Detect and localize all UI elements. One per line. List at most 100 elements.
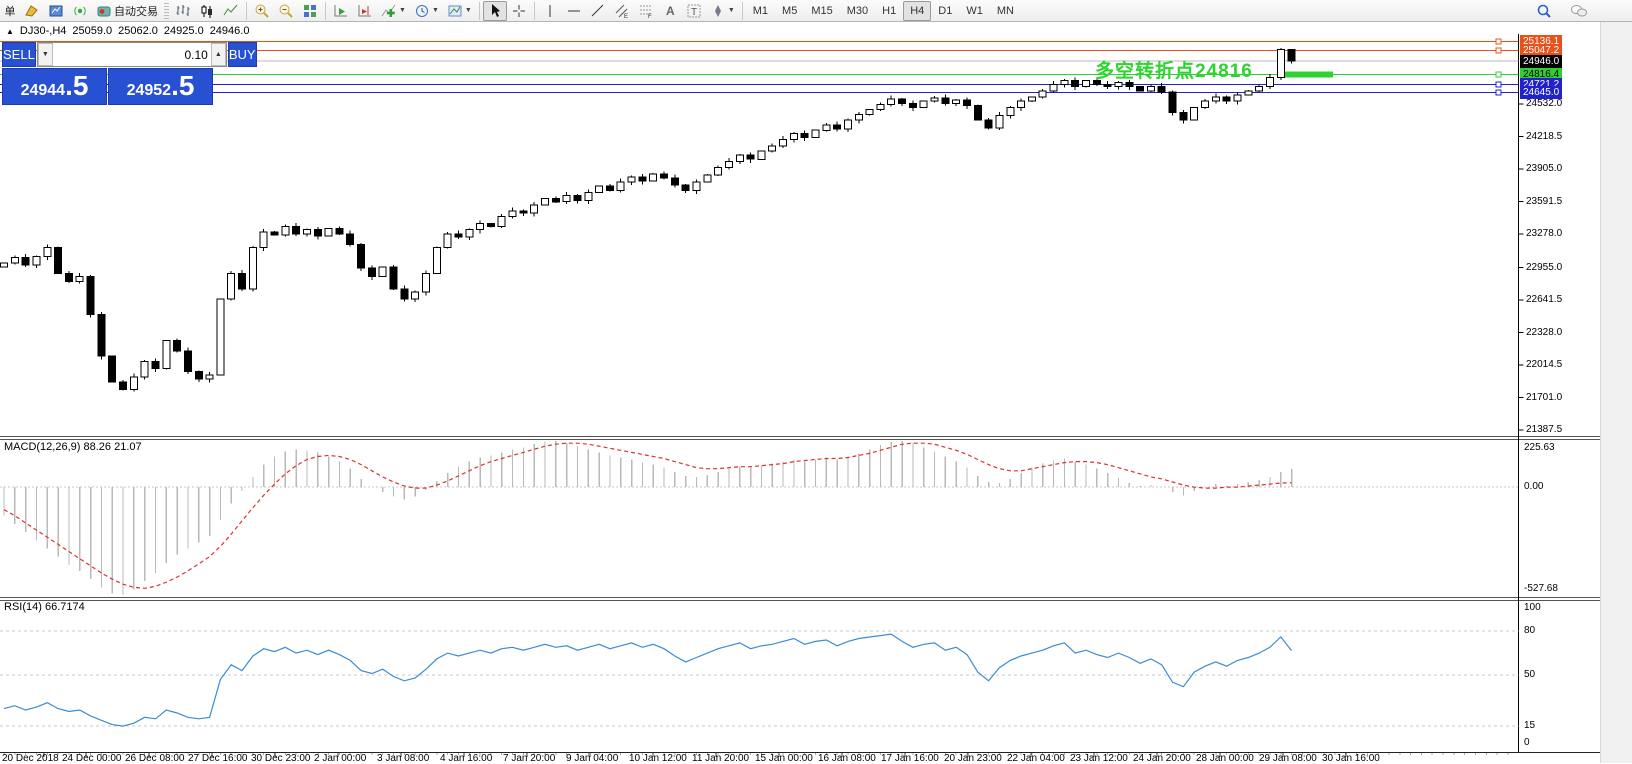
time-axis-label: 24 Dec 00:00 bbox=[62, 753, 122, 764]
cursor-icon bbox=[491, 3, 500, 17]
sell-button[interactable]: SELL bbox=[2, 42, 36, 67]
main-toolbar: 单 自动交易 ▼ ▼ ▼ E F A T ▼ M1 M5 M15 M30 H1 H4 D1 W… bbox=[0, 0, 1632, 22]
toolbar-separator bbox=[246, 1, 247, 20]
rsi-scale-0: 0 bbox=[1524, 737, 1530, 748]
periods-button[interactable]: ▼ bbox=[410, 1, 443, 21]
search-icon[interactable] bbox=[1532, 1, 1556, 21]
toolbar-separator bbox=[325, 1, 326, 20]
time-axis-label: 3 Jan 08:00 bbox=[377, 753, 430, 764]
cursor-tool-button[interactable] bbox=[482, 0, 507, 21]
autotrading-label: 自动交易 bbox=[114, 5, 158, 18]
time-axis-label: 4 Jan 16:00 bbox=[440, 753, 493, 764]
crosshair-tool-button[interactable] bbox=[507, 1, 531, 21]
time-axis-label: 7 Jan 20:00 bbox=[503, 753, 556, 764]
clock-icon bbox=[415, 4, 428, 17]
time-axis-label: 30 Dec 23:00 bbox=[251, 753, 311, 764]
ohlc-low: 24925.0 bbox=[163, 25, 204, 37]
timeframe-w1[interactable]: W1 bbox=[959, 1, 990, 21]
price-tick-label: 24532.0 bbox=[1526, 98, 1563, 109]
price-tick-label: 21701.0 bbox=[1526, 392, 1563, 403]
sell-price-display[interactable]: 24944 .5 bbox=[2, 68, 107, 105]
timeframe-m30[interactable]: M30 bbox=[840, 1, 875, 21]
timeframe-h4[interactable]: H4 bbox=[903, 0, 932, 21]
macd-label: MACD(12,26,9) 88.26 21.07 bbox=[4, 441, 142, 453]
rsi-scale-80: 80 bbox=[1524, 625, 1536, 636]
price-tick-label: 23591.5 bbox=[1526, 196, 1563, 207]
volume-input[interactable] bbox=[52, 43, 211, 66]
templates-button[interactable]: ▼ bbox=[443, 1, 476, 21]
arrows-icon bbox=[714, 4, 721, 17]
ohlc-high: 25062.0 bbox=[118, 25, 158, 37]
equidistant-channel-tool[interactable]: E bbox=[610, 1, 634, 21]
signal-icon[interactable] bbox=[68, 1, 92, 21]
ohlc-close: 24946.0 bbox=[209, 25, 250, 37]
time-axis-label: 20 Dec 2018 bbox=[2, 753, 59, 764]
volume-control: ▼ ▲ bbox=[36, 42, 227, 67]
tile-windows-icon[interactable] bbox=[298, 1, 322, 21]
new-order-label: 单 bbox=[4, 5, 16, 18]
fibonacci-tool[interactable]: F bbox=[634, 1, 658, 21]
volume-decrease-button[interactable]: ▼ bbox=[37, 43, 53, 66]
autotrading-icon bbox=[97, 6, 111, 16]
time-axis-label: 16 Jan 08:00 bbox=[818, 753, 876, 764]
chat-icon[interactable] bbox=[1566, 1, 1592, 21]
rsi-label: RSI(14) 66.7174 bbox=[4, 601, 85, 613]
time-axis-label: 27 Dec 16:00 bbox=[188, 753, 248, 764]
time-axis-label: 17 Jan 16:00 bbox=[881, 753, 939, 764]
timeframe-m1[interactable]: M1 bbox=[746, 1, 775, 21]
bar-chart-icon[interactable] bbox=[171, 1, 195, 21]
new-order-button[interactable]: 单 bbox=[0, 1, 20, 21]
zoom-out-icon[interactable] bbox=[274, 1, 298, 21]
volume-increase-button[interactable]: ▲ bbox=[210, 43, 226, 66]
chart-shift-icon[interactable] bbox=[353, 1, 377, 21]
time-axis-label: 23 Jan 12:00 bbox=[1070, 753, 1128, 764]
sell-price-frac: .5 bbox=[65, 70, 89, 101]
line-chart-icon[interactable] bbox=[219, 1, 243, 21]
time-axis-label: 10 Jan 12:00 bbox=[629, 753, 687, 764]
chart-annotation-text[interactable]: 多空转折点24816 bbox=[1095, 56, 1253, 83]
vertical-line-tool[interactable] bbox=[538, 1, 562, 21]
chart-title-bar: ▲ DJ30-,H4 25059.0 25062.0 24925.0 24946… bbox=[6, 25, 249, 37]
zoom-in-icon[interactable] bbox=[250, 1, 274, 21]
candlestick-chart-icon[interactable] bbox=[195, 1, 219, 21]
dropdown-arrow-icon: ▼ bbox=[431, 7, 439, 14]
autotrading-button[interactable]: 自动交易 bbox=[92, 1, 162, 21]
chart-window-icon[interactable] bbox=[44, 1, 68, 21]
chart-plot[interactable] bbox=[0, 22, 1632, 763]
one-click-trading-panel: SELL ▼ ▲ BUY 24944 .5 24952 .5 bbox=[2, 42, 257, 105]
svg-text:E: E bbox=[624, 14, 628, 19]
rsi-scale-100: 100 bbox=[1524, 602, 1541, 613]
indicators-add-icon bbox=[381, 4, 396, 17]
buy-price-display[interactable]: 24952 .5 bbox=[108, 68, 213, 105]
time-axis-label: 20 Jan 23:00 bbox=[944, 753, 1002, 764]
price-level-badge: 24946.0 bbox=[1520, 55, 1563, 68]
trend-line-tool[interactable] bbox=[586, 1, 610, 21]
price-tick-label: 22328.0 bbox=[1526, 327, 1563, 338]
time-axis-label: 22 Jan 04:00 bbox=[1007, 753, 1065, 764]
timeframe-m15[interactable]: M15 bbox=[804, 1, 839, 21]
indicators-add-button[interactable]: ▼ bbox=[377, 1, 410, 21]
arrows-tool-button[interactable]: ▼ bbox=[706, 1, 739, 21]
timeframe-m5[interactable]: M5 bbox=[775, 1, 804, 21]
new-order-icon[interactable] bbox=[20, 1, 44, 21]
auto-scroll-icon[interactable] bbox=[329, 1, 353, 21]
dropdown-arrow-icon: ▼ bbox=[399, 7, 406, 14]
text-tool[interactable]: A bbox=[658, 1, 682, 21]
timeframe-mn[interactable]: MN bbox=[990, 1, 1021, 21]
time-axis-label: 26 Dec 08:00 bbox=[125, 753, 185, 764]
timeframe-d1[interactable]: D1 bbox=[931, 1, 959, 21]
timeframe-h1[interactable]: H1 bbox=[875, 1, 903, 21]
collapse-panel-icon[interactable]: ▲ bbox=[6, 27, 14, 36]
svg-text:T: T bbox=[691, 7, 697, 18]
dropdown-arrow-icon: ▼ bbox=[727, 7, 735, 14]
buy-button[interactable]: BUY bbox=[227, 42, 257, 67]
rsi-scale-50: 50 bbox=[1524, 669, 1536, 680]
text-label-tool[interactable]: T bbox=[682, 1, 706, 21]
price-tick-label: 23278.0 bbox=[1526, 228, 1563, 239]
chart-window: ▲ DJ30-,H4 25059.0 25062.0 24925.0 24946… bbox=[0, 22, 1632, 764]
buy-price-main: 24952 bbox=[126, 82, 172, 99]
price-tick-label: 24218.5 bbox=[1526, 131, 1563, 142]
right-gutter bbox=[1600, 22, 1632, 763]
horizontal-line-tool[interactable] bbox=[562, 1, 586, 21]
toolbar-separator bbox=[741, 1, 743, 20]
